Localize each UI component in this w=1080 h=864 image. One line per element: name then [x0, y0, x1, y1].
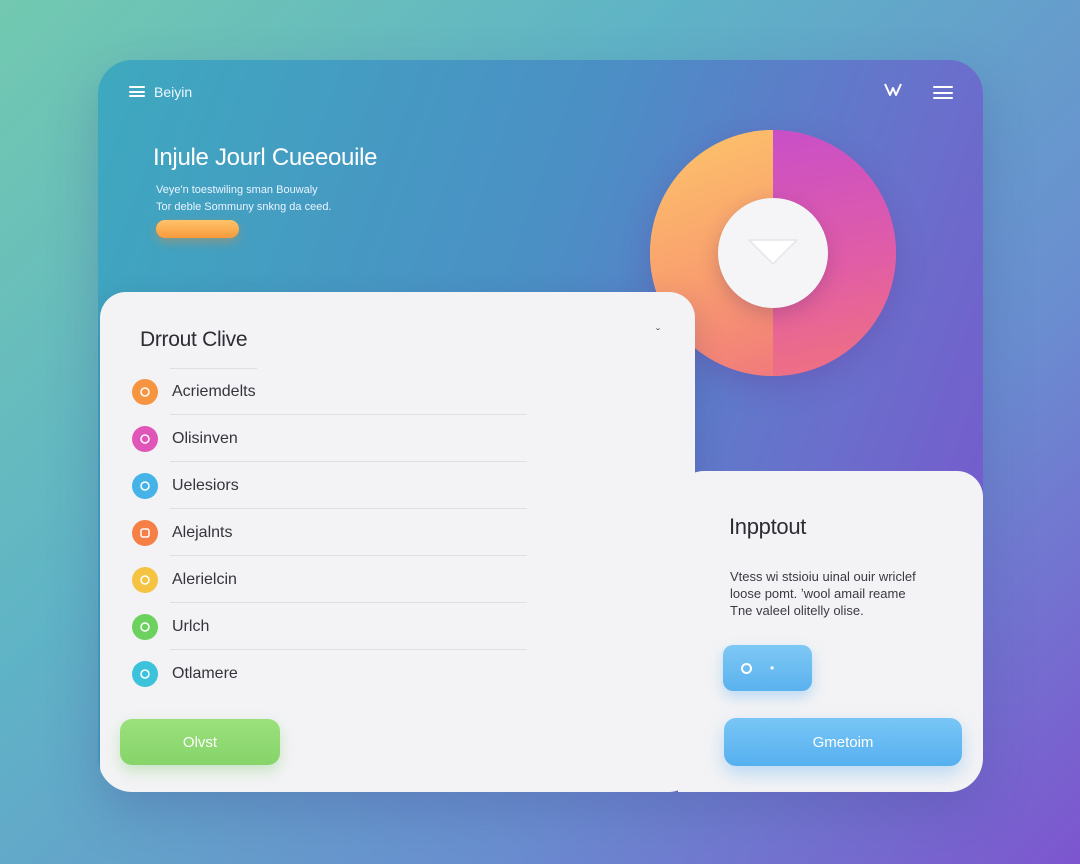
hamburger-menu-icon-right[interactable]: [933, 86, 953, 99]
square-icon: [132, 519, 158, 546]
list-item[interactable]: Uelesiors: [132, 462, 527, 509]
info-card-body-line: loose pomt. ʼwool amail reame: [730, 586, 906, 601]
hamburger-menu-icon[interactable]: [129, 86, 145, 97]
list-item-label: Olisinven: [172, 429, 238, 447]
list-item[interactable]: Alejalnts: [132, 509, 527, 556]
circle-icon: [132, 660, 158, 687]
list-item-label: Otlamere: [172, 664, 238, 682]
hero-subtitle: Veye'n toestwiling sman Bouwaly Tor debl…: [156, 182, 386, 216]
toggle-button-label: •: [770, 661, 775, 675]
ring-icon: [741, 662, 752, 674]
list-item[interactable]: Urlch: [132, 603, 527, 650]
collapse-icon[interactable]: ˇ: [656, 326, 660, 340]
chevron-down-icon: [748, 239, 798, 265]
circle-icon: [132, 472, 158, 499]
info-card-body-line: Vtess wi stsioiu uinal ouir wriclef: [730, 569, 916, 584]
info-card-title: Inpptout: [729, 514, 807, 539]
circle-icon: [132, 566, 158, 593]
app-title: Beiyin: [154, 84, 193, 100]
app-window: Beiyin Injule Jourl Cueeouile Veye'n toe…: [98, 60, 983, 792]
v-logo-icon: [884, 83, 902, 96]
confirm-button[interactable]: Gmetoim: [724, 718, 962, 766]
info-card: Inpptout Vtess wi stsioiu uinal ouir wri…: [678, 471, 983, 792]
primary-button[interactable]: Olvst: [120, 719, 280, 765]
hero-subtitle-line: Tor deble Sommuny snkng da ceed.: [156, 201, 332, 213]
list-item-label: Alerielcin: [172, 570, 237, 588]
list-card: Drrout Clive ˇ Acriemdelts Olisinven Uel…: [100, 292, 695, 792]
option-list: Acriemdelts Olisinven Uelesiors Alejalnt…: [132, 368, 527, 697]
list-item[interactable]: Otlamere: [132, 650, 527, 697]
info-card-body: Vtess wi stsioiu uinal ouir wriclef loos…: [730, 568, 950, 619]
hero-title: Injule Jourl Cueeouile: [153, 144, 378, 171]
list-item[interactable]: Olisinven: [132, 415, 527, 462]
donut-center-button[interactable]: [718, 198, 828, 308]
info-card-body-line: Tne valeel olitelly olise.: [730, 603, 864, 618]
hero-subtitle-line: Veye'n toestwiling sman Bouwaly: [156, 184, 318, 196]
list-card-title: Drrout Clive: [140, 328, 248, 351]
hero-cta-button[interactable]: [156, 220, 239, 238]
list-item-label: Acriemdelts: [172, 382, 256, 400]
list-item-label: Uelesiors: [172, 476, 239, 494]
toggle-button[interactable]: •: [723, 645, 812, 691]
circle-icon: [132, 378, 158, 405]
list-item[interactable]: Acriemdelts: [132, 368, 527, 415]
list-item-label: Alejalnts: [172, 523, 233, 541]
circle-icon: [132, 613, 158, 640]
list-item[interactable]: Alerielcin: [132, 556, 527, 603]
circle-icon: [132, 425, 158, 452]
list-item-label: Urlch: [172, 617, 210, 635]
